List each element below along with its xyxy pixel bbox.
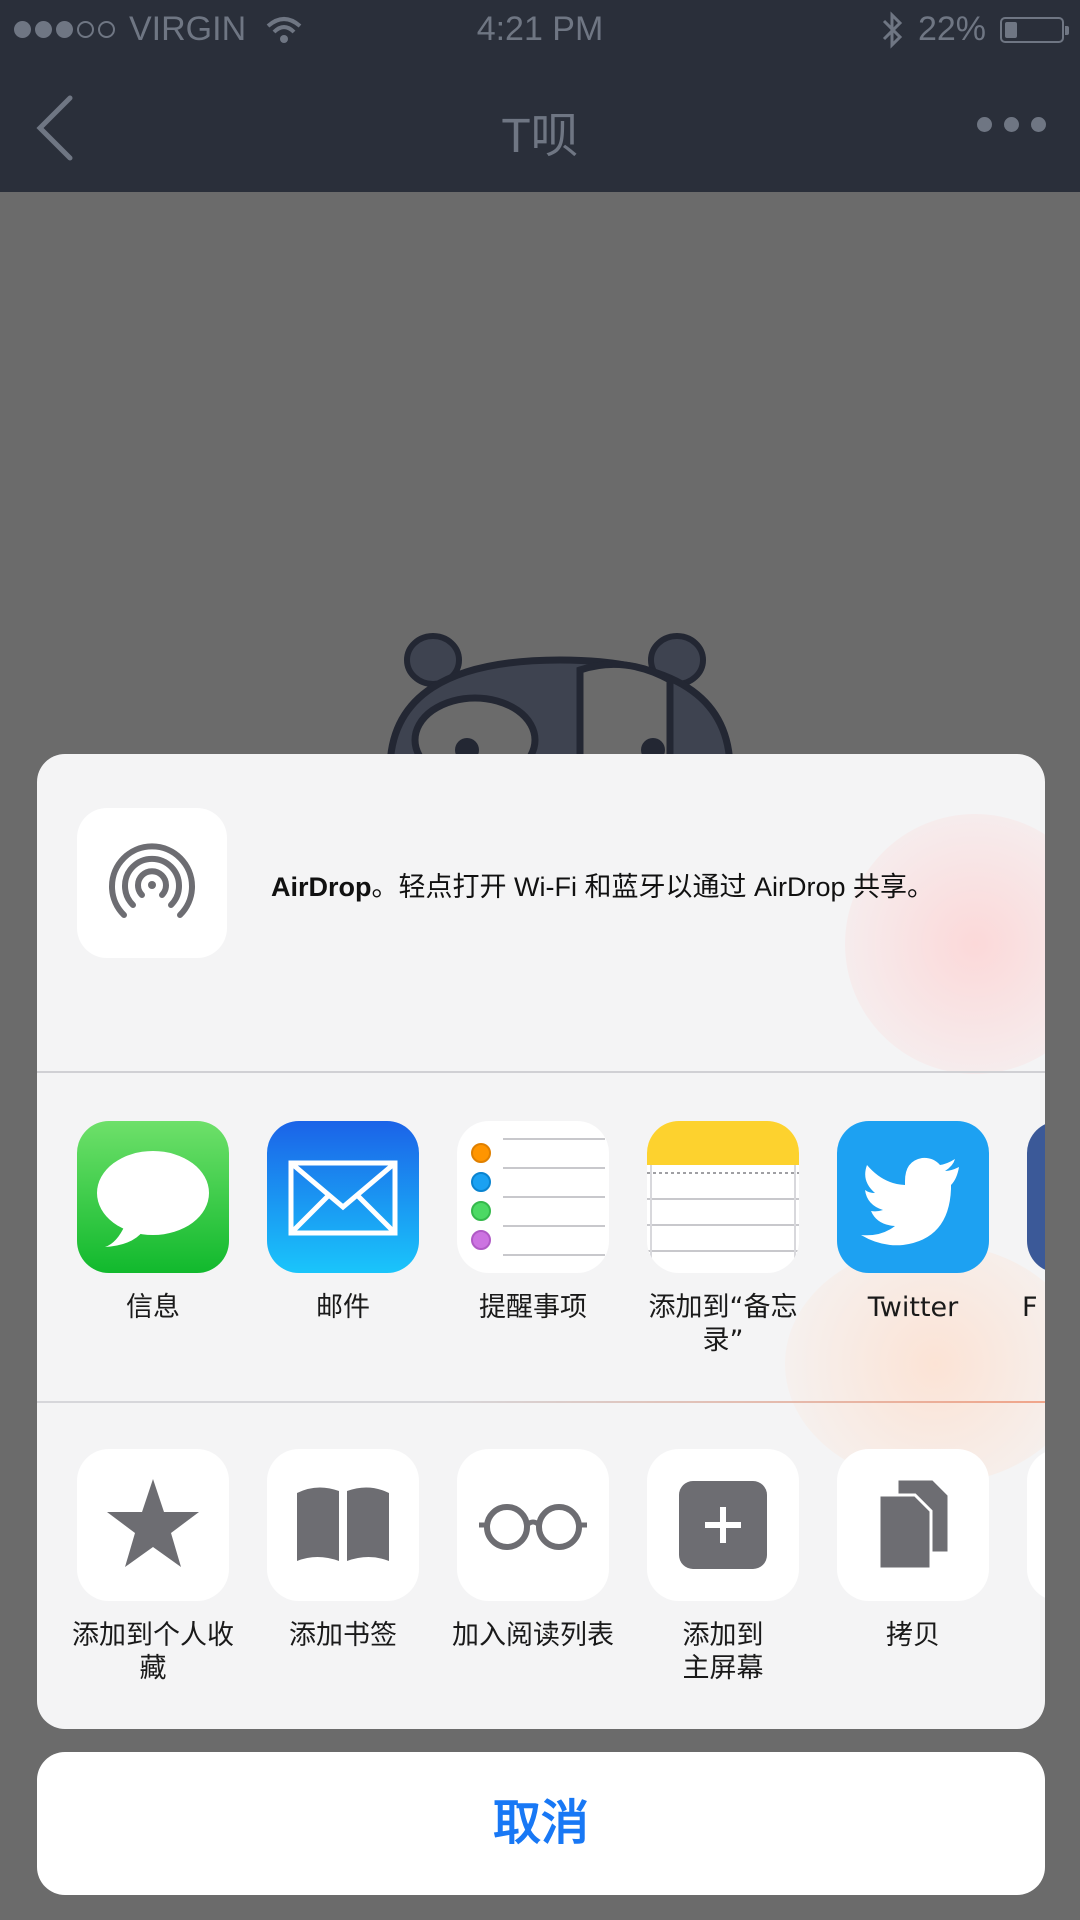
share-sheet: AirDrop。轻点打开 Wi-Fi 和蓝牙以通过 AirDrop 共享。 信息 (37, 754, 1045, 1729)
reminders-icon (457, 1121, 609, 1273)
messages-icon (77, 1121, 229, 1273)
nav-bar: T呗 (0, 62, 1080, 192)
more-action-icon (1027, 1449, 1045, 1601)
airdrop-icon (77, 808, 227, 958)
battery-fill (1005, 21, 1017, 38)
add-square-icon (647, 1449, 799, 1601)
cancel-button[interactable]: 取消 (37, 1752, 1045, 1895)
bluetooth-icon (882, 10, 903, 49)
action-label: 添加到个人收藏 (72, 1620, 234, 1684)
airdrop-section[interactable]: AirDrop。轻点打开 Wi-Fi 和蓝牙以通过 AirDrop 共享。 (37, 754, 1045, 1071)
share-app-facebook[interactable]: F (1018, 1121, 1045, 1324)
action-label: 添加书签 (289, 1620, 397, 1651)
more-dots-icon[interactable] (977, 117, 1046, 132)
glasses-icon (457, 1449, 609, 1601)
share-app-label: Twitter (867, 1292, 959, 1323)
action-add-bookmark[interactable]: 添加书签 (258, 1449, 428, 1652)
action-add-home-screen[interactable]: 添加到主屏幕 (638, 1449, 808, 1685)
mail-icon (267, 1121, 419, 1273)
notes-icon (647, 1121, 799, 1273)
share-app-messages[interactable]: 信息 (68, 1121, 238, 1324)
divider (37, 1401, 1045, 1403)
share-app-label: 添加到“备忘录” (648, 1292, 798, 1356)
action-more[interactable] (1018, 1449, 1045, 1601)
action-label: 添加到主屏幕 (682, 1620, 764, 1684)
action-copy[interactable]: 拷贝 (828, 1449, 998, 1652)
share-app-twitter[interactable]: Twitter (828, 1121, 998, 1324)
airdrop-message: AirDrop。轻点打开 Wi-Fi 和蓝牙以通过 AirDrop 共享。 (271, 872, 934, 902)
share-app-label: 信息 (126, 1292, 180, 1323)
twitter-icon (837, 1121, 989, 1273)
action-label: 加入阅读列表 (452, 1620, 614, 1651)
book-icon (267, 1449, 419, 1601)
page-title: T呗 (501, 110, 579, 163)
battery-percent: 22% (917, 10, 986, 48)
copy-icon (837, 1449, 989, 1601)
action-reading-list[interactable]: 加入阅读列表 (448, 1449, 618, 1652)
share-app-label: 提醒事项 (479, 1292, 587, 1323)
share-app-reminders[interactable]: 提醒事项 (448, 1121, 618, 1324)
share-app-label: F (1022, 1292, 1038, 1323)
status-bar: VIRGIN 4:21 PM 22% (0, 0, 1080, 62)
share-app-mail[interactable]: 邮件 (258, 1121, 428, 1324)
battery-icon (1000, 16, 1069, 43)
facebook-icon (1027, 1121, 1045, 1273)
star-icon (77, 1449, 229, 1601)
mascot-illustration (386, 633, 734, 770)
share-app-label: 邮件 (316, 1292, 370, 1323)
action-add-favorite[interactable]: 添加到个人收藏 (68, 1449, 238, 1685)
share-app-notes[interactable]: 添加到“备忘录” (638, 1121, 808, 1357)
divider (37, 1071, 1045, 1073)
action-label: 拷贝 (886, 1620, 940, 1651)
